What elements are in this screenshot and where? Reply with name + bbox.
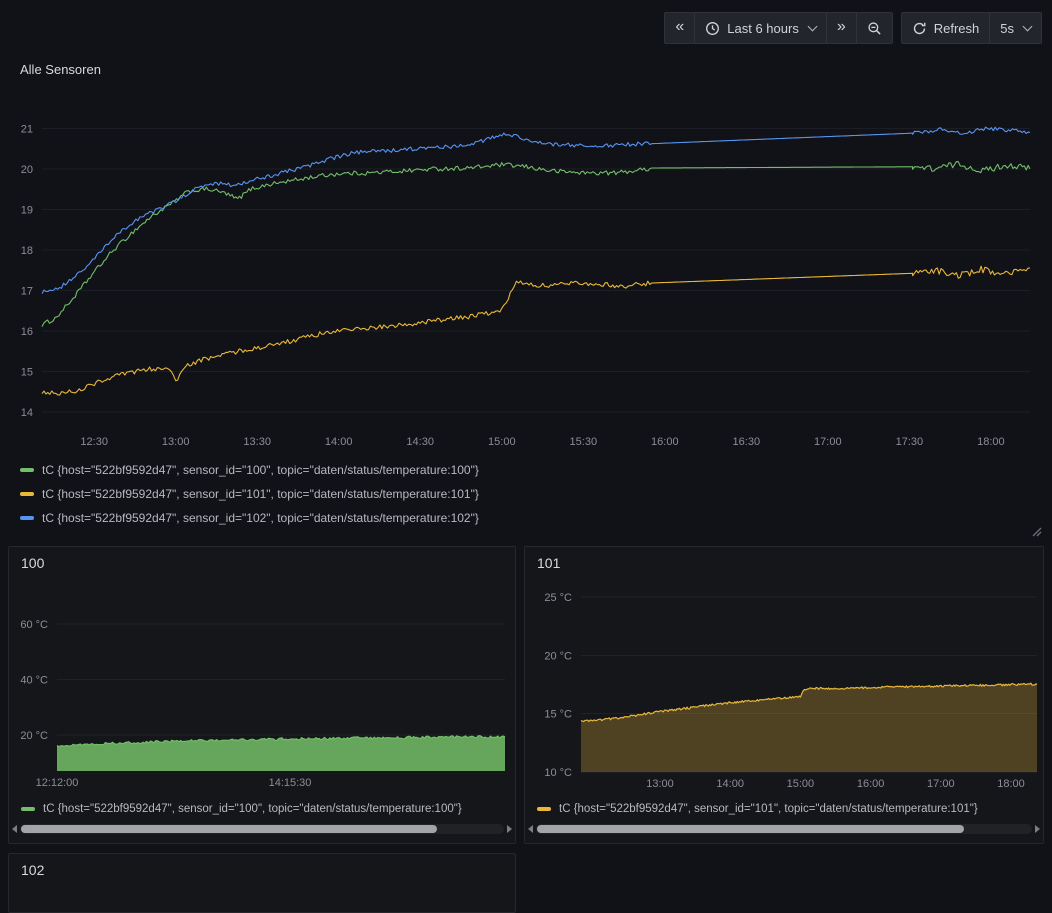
svg-text:17:30: 17:30: [896, 436, 924, 448]
scrollbar-thumb[interactable]: [537, 825, 964, 833]
svg-text:12:30: 12:30: [80, 436, 108, 448]
series-color-dash: [21, 807, 35, 811]
double-chevron-right-icon: »: [837, 19, 846, 35]
svg-text:15:00: 15:00: [787, 778, 815, 790]
svg-text:21: 21: [21, 123, 33, 135]
svg-text:14:30: 14:30: [406, 436, 434, 448]
svg-text:60 °C: 60 °C: [20, 619, 48, 631]
time-range-controls: « Last 6 hours »: [664, 12, 892, 44]
time-range-picker[interactable]: Last 6 hours: [694, 12, 827, 44]
refresh-button[interactable]: Refresh: [901, 12, 991, 44]
svg-text:16:00: 16:00: [857, 778, 885, 790]
chevron-down-icon: [807, 21, 817, 31]
series-color-dash: [537, 807, 551, 811]
svg-text:18: 18: [21, 245, 33, 257]
sensor-100-area-chart[interactable]: 20 °C 40 °C 60 °C 12:12:00 14:15:30: [9, 581, 515, 797]
legend-label: tC {host="522bf9592d47", sensor_id="100"…: [43, 803, 462, 815]
legend-label: tC {host="522bf9592d47", sensor_id="101"…: [42, 487, 479, 501]
svg-text:13:30: 13:30: [243, 436, 271, 448]
svg-text:14:00: 14:00: [325, 436, 353, 448]
refresh-icon: [912, 21, 927, 36]
svg-text:20 °C: 20 °C: [544, 650, 572, 662]
chevron-down-icon: [1023, 21, 1033, 31]
svg-text:15 °C: 15 °C: [544, 709, 572, 721]
legend: tC {host="522bf9592d47", sensor_id="100"…: [20, 460, 479, 528]
series-color-dash: [20, 468, 34, 472]
legend-item-sensor-102[interactable]: tC {host="522bf9592d47", sensor_id="102"…: [20, 508, 479, 528]
svg-text:18:00: 18:00: [997, 778, 1025, 790]
scroll-left-arrow-icon[interactable]: [528, 825, 533, 833]
svg-text:25 °C: 25 °C: [544, 592, 572, 604]
svg-text:17: 17: [21, 285, 33, 297]
svg-text:19: 19: [21, 204, 33, 216]
refresh-interval-label: 5s: [1000, 21, 1014, 36]
grafana-dashboard: { "toolbar": { "back_label": "«", "forwa…: [0, 0, 1052, 865]
legend-item-sensor-100[interactable]: tC {host="522bf9592d47", sensor_id="100"…: [20, 460, 479, 480]
legend-label: tC {host="522bf9592d47", sensor_id="101"…: [559, 803, 978, 815]
scrollbar-track[interactable]: [20, 824, 504, 834]
svg-text:10 °C: 10 °C: [544, 767, 572, 779]
zoom-out-icon: [867, 21, 882, 36]
panel-title[interactable]: 100: [21, 555, 44, 571]
panel-101: 101 10 °C15 °C20 °C25 °C13:0014:0015:001…: [524, 546, 1044, 844]
legend-label: tC {host="522bf9592d47", sensor_id="100"…: [42, 463, 479, 477]
zoom-out-button[interactable]: [856, 12, 893, 44]
svg-text:20 °C: 20 °C: [20, 730, 48, 742]
svg-text:16:30: 16:30: [733, 436, 761, 448]
refresh-controls: Refresh 5s: [901, 12, 1042, 44]
time-range-label: Last 6 hours: [727, 21, 799, 36]
panel-100: 100 20 °C 40 °C 60 °C 12:12:00 14:15:30 tC {…: [8, 546, 516, 844]
horizontal-scrollbar[interactable]: [528, 823, 1040, 835]
alle-sensoren-timeseries-chart[interactable]: 14 15 16 17 18 19 20 21 12:30 13:00 13:30 14:00 14:3…: [8, 92, 1044, 456]
series-color-dash: [20, 516, 34, 520]
legend-label: tC {host="522bf9592d47", sensor_id="102"…: [42, 511, 479, 525]
scroll-right-arrow-icon[interactable]: [507, 825, 512, 833]
svg-text:12:12:00: 12:12:00: [36, 777, 79, 789]
panel-alle-sensoren: Alle Sensoren 14 15 16 17 18 19 20 21 12:30 13:00…: [8, 56, 1044, 538]
svg-text:15:00: 15:00: [488, 436, 516, 448]
svg-text:20: 20: [21, 164, 33, 176]
svg-text:16: 16: [21, 326, 33, 338]
svg-text:16:00: 16:00: [651, 436, 679, 448]
time-shift-back-button[interactable]: «: [664, 12, 695, 44]
clock-icon: [705, 21, 720, 36]
legend-item-sensor-101[interactable]: tC {host="522bf9592d47", sensor_id="101"…: [537, 799, 1037, 819]
panel-title[interactable]: Alle Sensoren: [20, 62, 101, 77]
double-chevron-left-icon: «: [675, 19, 684, 35]
panel-title[interactable]: 101: [537, 555, 560, 571]
sensor-101-area-chart[interactable]: 10 °C 15 °C 20 °C 25 °C 13:00 14:00 15:00 16:00…: [525, 581, 1043, 797]
svg-text:13:00: 13:00: [162, 436, 190, 448]
time-toolbar: « Last 6 hours » Refresh 5s: [664, 12, 1042, 44]
scroll-right-arrow-icon[interactable]: [1035, 825, 1040, 833]
series-color-dash: [20, 492, 34, 496]
svg-text:40 °C: 40 °C: [20, 675, 48, 687]
svg-text:17:00: 17:00: [814, 436, 842, 448]
svg-text:14: 14: [21, 407, 33, 419]
refresh-label: Refresh: [934, 21, 980, 36]
legend-item-sensor-100[interactable]: tC {host="522bf9592d47", sensor_id="100"…: [21, 799, 509, 819]
svg-text:14:00: 14:00: [716, 778, 744, 790]
scrollbar-thumb[interactable]: [21, 825, 437, 833]
time-shift-forward-button[interactable]: »: [826, 12, 857, 44]
panel-resize-handle[interactable]: [1030, 524, 1042, 536]
svg-text:15: 15: [21, 366, 33, 378]
panel-102: 102: [8, 853, 516, 913]
svg-text:13:00: 13:00: [646, 778, 674, 790]
svg-text:17:00: 17:00: [927, 778, 955, 790]
scroll-left-arrow-icon[interactable]: [12, 825, 17, 833]
panel-title[interactable]: 102: [21, 862, 44, 878]
horizontal-scrollbar[interactable]: [12, 823, 512, 835]
refresh-interval-dropdown[interactable]: 5s: [989, 12, 1042, 44]
scrollbar-track[interactable]: [536, 824, 1032, 834]
svg-text:18:00: 18:00: [977, 436, 1005, 448]
svg-text:14:15:30: 14:15:30: [269, 777, 312, 789]
svg-text:15:30: 15:30: [570, 436, 598, 448]
legend-item-sensor-101[interactable]: tC {host="522bf9592d47", sensor_id="101"…: [20, 484, 479, 504]
